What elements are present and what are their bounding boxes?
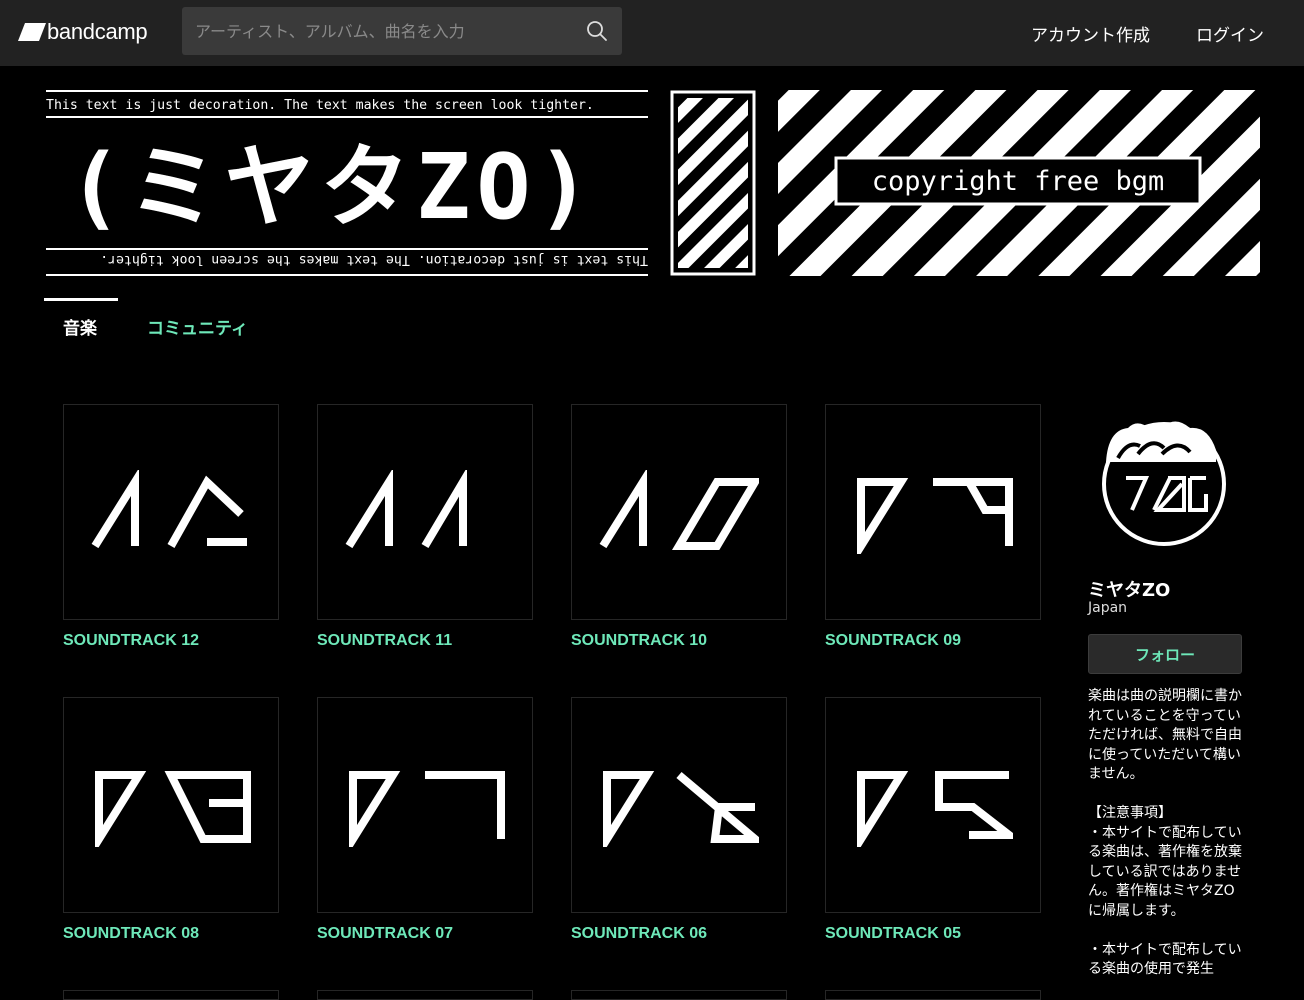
album-title[interactable]: SOUNDTRACK 08: [63, 925, 279, 943]
banner-top-text: This text is just decoration. The text m…: [46, 98, 594, 113]
album-title[interactable]: SOUNDTRACK 07: [317, 925, 533, 943]
album-title[interactable]: SOUNDTRACK 06: [571, 925, 787, 943]
album-art-graphic: [95, 771, 251, 847]
tab-community[interactable]: コミュニティ: [147, 314, 248, 339]
album-title[interactable]: SOUNDTRACK 12: [63, 632, 279, 650]
album-art-graphic: [857, 478, 1013, 554]
album-cover[interactable]: [825, 404, 1041, 620]
album-title[interactable]: SOUNDTRACK 10: [571, 632, 787, 650]
bandcamp-logo-icon: [18, 23, 46, 41]
album-cover[interactable]: [571, 990, 787, 1000]
album-item[interactable]: SOUNDTRACK 11: [317, 404, 533, 650]
album-art-graphic: [345, 470, 467, 549]
album-item[interactable]: SOUNDTRACK 06: [571, 697, 787, 943]
search-icon[interactable]: [586, 20, 608, 42]
album-item-partial[interactable]: [317, 990, 533, 1000]
album-cover[interactable]: [317, 990, 533, 1000]
album-item[interactable]: SOUNDTRACK 05: [825, 697, 1041, 943]
album-item[interactable]: SOUNDTRACK 12: [63, 404, 279, 650]
album-item[interactable]: SOUNDTRACK 10: [571, 404, 787, 650]
album-cover[interactable]: [571, 697, 787, 913]
login-link[interactable]: ログイン: [1196, 21, 1264, 46]
album-cover[interactable]: [317, 404, 533, 620]
album-cover[interactable]: [63, 990, 279, 1000]
album-cover[interactable]: [63, 404, 279, 620]
album-title[interactable]: SOUNDTRACK 09: [825, 632, 1041, 650]
tab-music[interactable]: 音楽: [63, 314, 97, 339]
album-art-graphic: [349, 771, 505, 847]
search-input[interactable]: [182, 7, 572, 55]
album-cover[interactable]: [63, 697, 279, 913]
active-tab-indicator: [44, 298, 118, 301]
artist-banner: This text is just decoration. The text m…: [44, 88, 1260, 278]
album-art-graphic: [857, 771, 1013, 847]
album-item[interactable]: SOUNDTRACK 07: [317, 697, 533, 943]
album-art-graphic: [599, 470, 759, 550]
artist-avatar[interactable]: [1098, 418, 1230, 550]
create-account-link[interactable]: アカウント作成: [1031, 21, 1150, 46]
album-item-partial[interactable]: [63, 990, 279, 1000]
album-item[interactable]: SOUNDTRACK 08: [63, 697, 279, 943]
album-cover[interactable]: [317, 697, 533, 913]
follow-button[interactable]: フォロー: [1088, 634, 1242, 674]
album-title[interactable]: SOUNDTRACK 05: [825, 925, 1041, 943]
album-cover[interactable]: [571, 404, 787, 620]
bandcamp-logo[interactable]: bandcamp: [18, 16, 148, 48]
album-item-partial[interactable]: [571, 990, 787, 1000]
artist-location: Japan: [1088, 600, 1128, 616]
album-item[interactable]: SOUNDTRACK 09: [825, 404, 1041, 650]
banner-tagline: copyright free bgm: [872, 166, 1165, 197]
artist-name[interactable]: ミヤタZO: [1088, 576, 1170, 602]
album-art-graphic: [603, 771, 759, 847]
artist-bio: 楽曲は曲の説明欄に書かれていることを守っていただければ、無料で自由に使っていただ…: [1088, 688, 1242, 977]
banner-bottom-text: This text is just decoration. The text m…: [100, 252, 648, 267]
banner-graphic: This text is just decoration. The text m…: [46, 90, 1260, 276]
album-item-partial[interactable]: [825, 990, 1041, 1000]
logo-text: bandcamp: [47, 19, 148, 44]
album-cover[interactable]: [825, 990, 1041, 1000]
top-bar: bandcamp アカウント作成 ログイン: [0, 0, 1304, 66]
banner-title: (ミヤタZO): [68, 135, 597, 240]
album-art-graphic: [91, 470, 247, 549]
search-box: [182, 7, 622, 55]
album-cover[interactable]: [825, 697, 1041, 913]
album-title[interactable]: SOUNDTRACK 11: [317, 632, 533, 650]
